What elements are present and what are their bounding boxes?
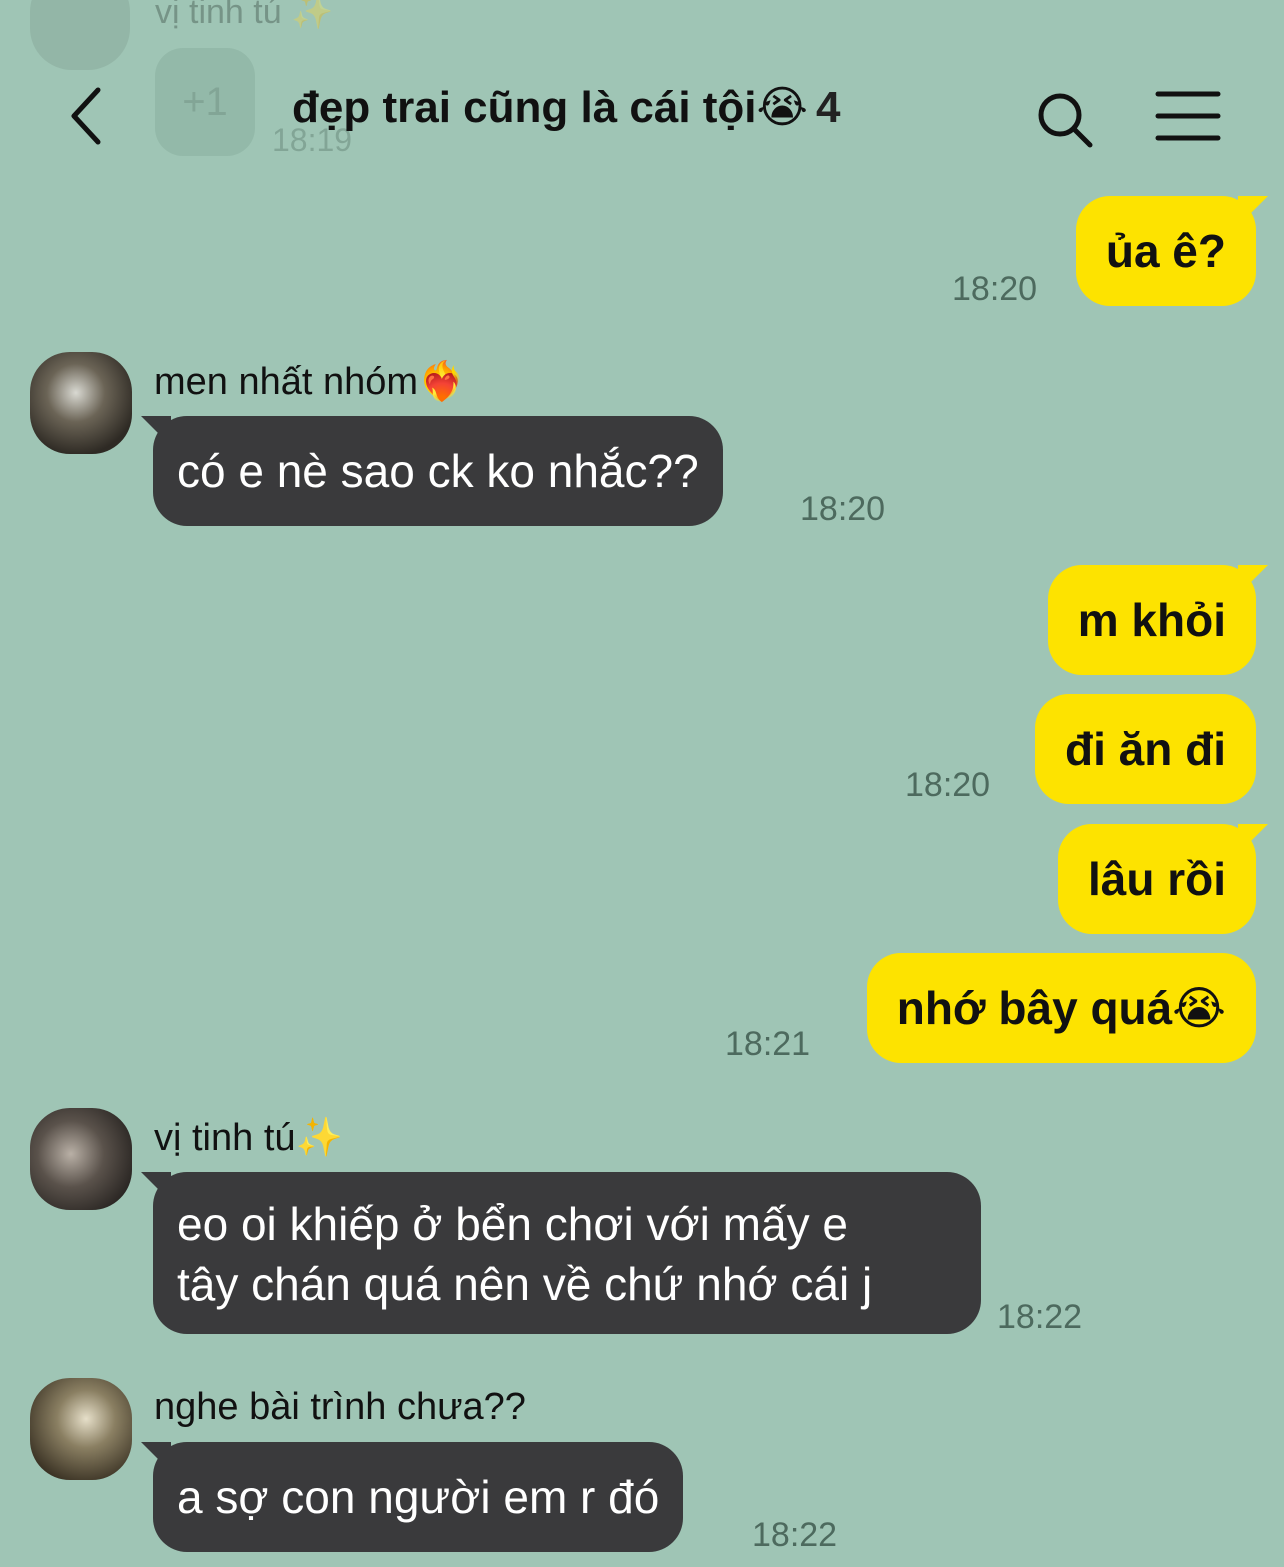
chevron-left-icon bbox=[71, 87, 101, 145]
message-timestamp: 18:22 bbox=[997, 1298, 1083, 1336]
sender-name: nghe bài trình chưa?? bbox=[154, 1386, 526, 1428]
previous-sender-name: vị tinh tú ✨ bbox=[155, 0, 334, 31]
outgoing-message-bubble[interactable]: đi ăn đi bbox=[1035, 694, 1256, 804]
search-button[interactable] bbox=[1030, 85, 1100, 155]
outgoing-message-bubble[interactable]: m khỏi bbox=[1047, 565, 1269, 675]
message-text: ủa ê? bbox=[1105, 225, 1226, 277]
message-timestamp: 18:20 bbox=[800, 490, 886, 528]
sender-avatar[interactable] bbox=[30, 1108, 132, 1210]
message-text: a sợ con người em r đó bbox=[177, 1471, 660, 1523]
sender-name: vị tinh tú✨ bbox=[154, 1117, 343, 1159]
message-text-line: eo oi khiếp ở bển chơi với mấy e bbox=[177, 1198, 848, 1250]
member-count: 4 bbox=[815, 83, 841, 132]
message-text: lâu rồi bbox=[1087, 853, 1226, 905]
message-text: đi ăn đi bbox=[1065, 723, 1226, 775]
hamburger-menu-icon bbox=[1155, 91, 1221, 141]
search-icon bbox=[1038, 93, 1093, 148]
back-button[interactable] bbox=[58, 70, 128, 150]
message-timestamp: 18:20 bbox=[952, 270, 1038, 308]
message-text: nhớ bây quá😭 bbox=[896, 982, 1226, 1034]
outgoing-message-bubble[interactable]: ủa ê? bbox=[1075, 196, 1269, 306]
message-timestamp: 18:22 bbox=[752, 1516, 838, 1554]
menu-button[interactable] bbox=[1152, 86, 1224, 146]
chat-header: đẹp trai cũng là cái tội😭 4 bbox=[0, 60, 1284, 160]
sender-avatar[interactable] bbox=[30, 352, 132, 454]
sender-name: men nhất nhóm❤️‍🔥 bbox=[154, 361, 466, 403]
incoming-message-bubble[interactable]: có e nè sao ck ko nhắc?? bbox=[141, 416, 723, 526]
incoming-message-bubble[interactable]: a sợ con người em r đó bbox=[140, 1442, 684, 1552]
outgoing-message-bubble[interactable]: nhớ bây quá😭 bbox=[866, 953, 1256, 1063]
sender-avatar[interactable] bbox=[30, 1378, 132, 1480]
outgoing-message-bubble[interactable]: lâu rồi bbox=[1057, 824, 1269, 934]
incoming-message-bubble[interactable]: eo oi khiếp ở bển chơi với mấy e tây chá… bbox=[141, 1172, 981, 1334]
message-timestamp: 18:21 bbox=[725, 1025, 811, 1063]
message-timestamp: 18:20 bbox=[905, 766, 991, 804]
chat-title-text: đẹp trai cũng là cái tội😭 bbox=[292, 83, 808, 132]
message-text-line: tây chán quá nên về chứ nhớ cái j bbox=[177, 1258, 873, 1310]
message-text: m khỏi bbox=[1077, 594, 1226, 646]
message-text: có e nè sao ck ko nhắc?? bbox=[177, 445, 699, 497]
chat-title: đẹp trai cũng là cái tội😭 4 bbox=[292, 82, 840, 133]
